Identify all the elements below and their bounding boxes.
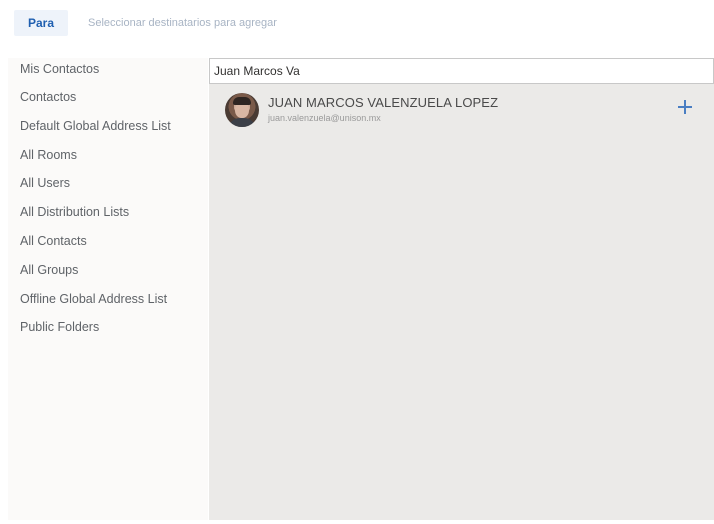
sidebar-item-offline-global-address-list[interactable]: Offline Global Address List (20, 288, 208, 310)
search-box[interactable] (209, 58, 714, 84)
sidebar-item-all-groups[interactable]: All Groups (20, 259, 208, 281)
address-book-sidebar: Mis Contactos Contactos Default Global A… (8, 58, 208, 520)
sidebar-item-contactos[interactable]: Contactos (20, 86, 208, 108)
to-field-label[interactable]: Para (14, 10, 69, 36)
contact-email: juan.valenzuela@unison.mx (268, 113, 381, 123)
sidebar-item-all-distribution-lists[interactable]: All Distribution Lists (20, 201, 208, 223)
sidebar-item-all-rooms[interactable]: All Rooms (20, 144, 208, 166)
sidebar-item-all-contacts[interactable]: All Contacts (20, 230, 208, 252)
sidebar-item-all-users[interactable]: All Users (20, 172, 208, 194)
search-results-panel: JUAN MARCOS VALENZUELA LOPEZ juan.valenz… (209, 58, 714, 520)
plus-icon[interactable] (675, 97, 695, 117)
search-input[interactable] (214, 59, 704, 83)
sidebar-item-default-global-address-list[interactable]: Default Global Address List (20, 115, 208, 137)
people-picker: Para Seleccionar destinatarios para agre… (0, 0, 714, 524)
sidebar-item-mis-contactos[interactable]: Mis Contactos (20, 58, 208, 80)
avatar (225, 93, 259, 127)
to-field-hint: Seleccionar destinatarios para agregar (88, 17, 277, 29)
contact-name: JUAN MARCOS VALENZUELA LOPEZ (268, 95, 499, 110)
recipient-header: Para Seleccionar destinatarios para agre… (0, 0, 714, 46)
contact-result-row[interactable]: JUAN MARCOS VALENZUELA LOPEZ juan.valenz… (209, 88, 714, 134)
sidebar-item-public-folders[interactable]: Public Folders (20, 316, 208, 338)
